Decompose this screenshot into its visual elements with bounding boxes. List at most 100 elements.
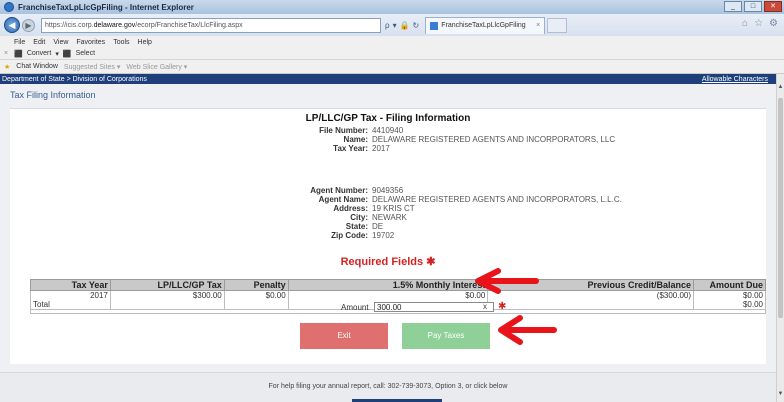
menu-item-favorites[interactable]: Favorites <box>76 39 105 46</box>
url-prefix: https://icis.corp. <box>45 21 94 29</box>
chevron-down-icon[interactable]: ▾ <box>393 21 397 30</box>
window-controls: _ □ ✕ <box>724 1 782 12</box>
select-icon: ⬛ <box>62 50 72 58</box>
vertical-scrollbar[interactable]: ▲ ▼ <box>776 74 784 402</box>
menu-item-view[interactable]: View <box>53 39 68 46</box>
favorites-icon[interactable]: ★ <box>4 63 10 71</box>
zip-label: Zip Code: <box>331 231 368 240</box>
convert-button[interactable]: Convert <box>27 50 52 57</box>
search-icon[interactable]: ρ <box>385 21 390 30</box>
agent-name-value: DELAWARE REGISTERED AGENTS AND INCORPORA… <box>372 195 622 204</box>
menu-item-tools[interactable]: Tools <box>113 39 129 46</box>
agent-number-label: Agent Number: <box>310 186 368 195</box>
scroll-down-icon[interactable]: ▼ <box>777 391 784 400</box>
close-window-button[interactable]: ✕ <box>764 1 782 12</box>
name-label: Name: <box>343 135 368 144</box>
window-title: FranchiseTaxLpLlcGpFiling - Internet Exp… <box>18 2 194 12</box>
new-tab-button[interactable] <box>547 17 568 33</box>
allowable-characters-link[interactable]: Allowable Characters <box>702 76 768 83</box>
city-label: City: <box>350 213 368 222</box>
col-lp-llc-gp-tax: LP/LLC/GP Tax <box>109 279 225 291</box>
content-area: Tax Filing Information LP/LLC/GP Tax - F… <box>0 84 776 394</box>
window-titlebar: FranchiseTaxLpLlcGpFiling - Internet Exp… <box>0 0 784 14</box>
header-bar: Department of State > Division of Corpor… <box>0 74 776 84</box>
footer: For help filing your annual report, call… <box>0 372 776 402</box>
address-bar: ◀ ▶ https://icis.corp. delaware.gov/ecorp… <box>0 14 784 36</box>
section-title: Tax Filing Information <box>10 90 96 100</box>
cell-penalty: $0.00 <box>223 290 289 300</box>
required-fields-label: Required Fields <box>340 256 424 268</box>
back-button[interactable]: ◀ <box>4 17 20 33</box>
menu-bar: File Edit View Favorites Tools Help <box>0 36 784 48</box>
tab-title: FranchiseTaxLpLlcGpFiling <box>441 22 526 29</box>
footer-help-text: For help filing your annual report, call… <box>268 383 508 390</box>
file-number-value: 4410940 <box>372 126 404 135</box>
address-label: Address: <box>333 204 368 213</box>
cell-tax-year: 2017 <box>30 290 111 300</box>
url-input[interactable]: https://icis.corp. delaware.gov/ecorp/Fra… <box>41 17 381 33</box>
menu-item-help[interactable]: Help <box>138 39 152 46</box>
minimize-button[interactable]: _ <box>724 1 742 12</box>
ie-logo-icon <box>4 2 14 12</box>
file-number-label: File Number: <box>319 126 368 135</box>
required-star-icon: ✱ <box>426 256 436 268</box>
url-path: /ecorp/FranchiseTax/LlcFiling.aspx <box>135 21 243 29</box>
city-value: NEWARK <box>372 213 407 222</box>
cell-interest: $0.00 <box>287 290 489 300</box>
maximize-button[interactable]: □ <box>744 1 762 12</box>
state-label: State: <box>345 222 368 231</box>
amount-label: Amount <box>341 303 369 312</box>
annotation-arrow-amount-icon <box>475 268 539 294</box>
cell-amount-due: $0.00 <box>693 290 766 300</box>
filing-card: LP/LLC/GP Tax - Filing Information File … <box>10 108 766 364</box>
menu-item-edit[interactable]: Edit <box>33 39 45 46</box>
col-monthly-interest: 1.5% Monthly Interest <box>287 279 489 291</box>
exit-button[interactable]: Exit <box>300 323 388 349</box>
required-fields-note: Required Fields ✱ <box>10 255 766 268</box>
page-title: LP/LLC/GP Tax - Filing Information <box>305 113 471 124</box>
favorites-bar: ★ Chat Window Suggested Sites ▾ Web Slic… <box>0 60 784 74</box>
name-value: DELAWARE REGISTERED AGENTS AND INCORPORA… <box>372 135 616 144</box>
address-value: 19 KRIS CT <box>372 204 415 213</box>
forward-button[interactable]: ▶ <box>22 18 35 32</box>
convert-dropdown-icon[interactable]: ▾ <box>55 50 59 58</box>
favorite-web-slice-gallery[interactable]: Web Slice Gallery ▾ <box>126 63 187 71</box>
favorites-star-icon[interactable]: ☆ <box>754 18 763 29</box>
cell-tax: $300.00 <box>109 290 225 300</box>
gear-icon[interactable]: ⚙ <box>769 18 778 29</box>
scroll-up-icon[interactable]: ▲ <box>777 84 784 93</box>
pdf-icon: ⬛ <box>14 50 23 58</box>
tab-close-icon[interactable]: × <box>536 22 540 29</box>
agent-number-value: 9049356 <box>372 186 404 195</box>
menu-item-file[interactable]: File <box>14 39 25 46</box>
tab-favicon-icon <box>430 21 439 30</box>
breadcrumb[interactable]: Department of State > Division of Corpor… <box>2 76 147 83</box>
favorite-chat-window[interactable]: Chat Window <box>16 63 58 70</box>
scroll-thumb[interactable] <box>778 98 783 318</box>
pay-taxes-button[interactable]: Pay Taxes <box>402 323 490 349</box>
select-button[interactable]: Select <box>76 50 95 57</box>
close-toolbar-icon[interactable]: × <box>4 50 8 57</box>
zip-value: 19702 <box>372 231 395 240</box>
table-row: 2017 $300.00 $0.00 $0.00 ($300.00) $0.00 <box>30 290 766 300</box>
tax-year-value: 2017 <box>372 144 390 153</box>
agent-name-label: Agent Name: <box>318 195 368 204</box>
col-tax-year: Tax Year <box>30 279 111 291</box>
lock-icon[interactable]: 🔒 <box>400 21 410 30</box>
tax-year-label: Tax Year: <box>333 144 368 153</box>
tab-current[interactable]: FranchiseTaxLpLlcGpFiling × <box>425 16 546 34</box>
url-tools: ρ ▾ 🔒 ↻ <box>385 21 419 30</box>
favorite-suggested-sites[interactable]: Suggested Sites ▾ <box>64 63 120 71</box>
table-header-row: Tax Year LP/LLC/GP Tax Penalty 1.5% Mont… <box>30 279 766 291</box>
annotation-arrow-pay-icon <box>498 315 557 345</box>
state-value: DE <box>372 222 384 231</box>
browser-icons: ⌂ ☆ ⚙ <box>742 18 778 29</box>
refresh-icon[interactable]: ↻ <box>413 21 420 30</box>
col-amount-due: Amount Due <box>693 279 766 291</box>
col-penalty: Penalty <box>223 279 289 291</box>
amount-row: Amount x ✱ <box>30 301 766 314</box>
convert-toolbar: × ⬛ Convert ▾ ⬛ Select <box>0 48 784 60</box>
url-host: delaware.gov <box>93 21 136 29</box>
page-viewport: Department of State > Division of Corpor… <box>0 74 784 402</box>
home-icon[interactable]: ⌂ <box>742 18 748 29</box>
